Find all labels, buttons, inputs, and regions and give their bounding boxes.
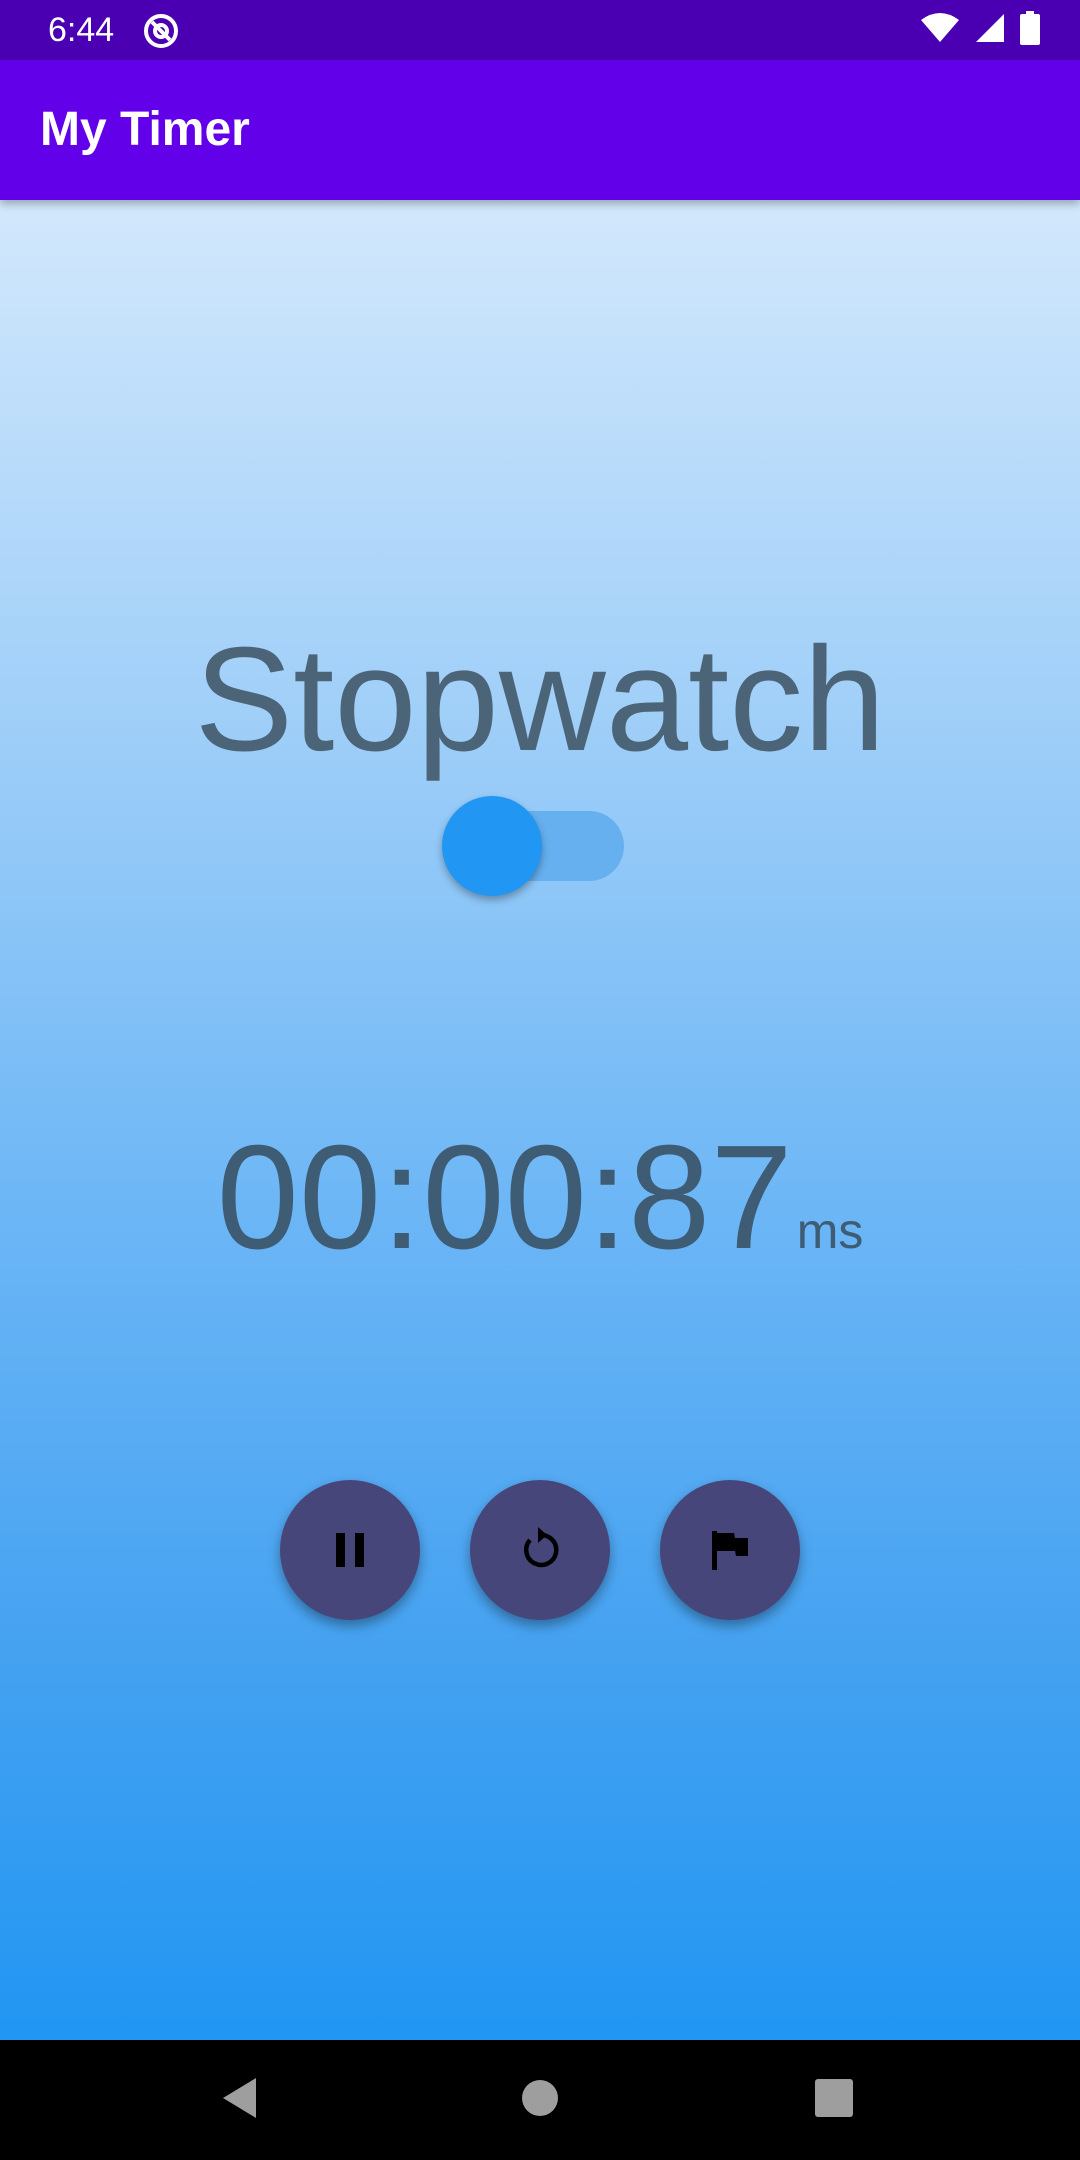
time-display: 00:00:87ms xyxy=(0,1118,1080,1278)
home-button[interactable] xyxy=(510,2070,570,2130)
system-nav-bar xyxy=(0,2040,1080,2160)
at-sign-notification-icon xyxy=(142,12,180,50)
recents-square-icon xyxy=(815,2078,853,2122)
reset-icon xyxy=(516,1526,564,1574)
pause-button[interactable] xyxy=(280,1480,420,1620)
status-icons xyxy=(920,10,1040,50)
pause-icon xyxy=(333,1531,367,1569)
status-time: 6:44 xyxy=(48,11,115,49)
flag-icon xyxy=(708,1528,752,1572)
main-content: Stopwatch 00:00:87ms xyxy=(0,200,1080,2040)
wifi-icon xyxy=(920,12,960,49)
lap-button[interactable] xyxy=(660,1480,800,1620)
cellular-signal-icon xyxy=(974,12,1006,49)
mode-label: Stopwatch xyxy=(194,617,886,782)
mode-toggle-switch[interactable] xyxy=(442,794,624,898)
home-circle-icon xyxy=(521,2079,559,2122)
controls xyxy=(0,1480,1080,1620)
battery-icon xyxy=(1020,10,1040,50)
back-triangle-icon xyxy=(220,2076,260,2125)
app-bar: My Timer xyxy=(0,60,1080,200)
recents-button[interactable] xyxy=(804,2070,864,2130)
toggle-thumb xyxy=(442,796,542,896)
back-button[interactable] xyxy=(210,2070,270,2130)
time-value: 00:00:87 xyxy=(216,1115,793,1280)
status-bar: 6:44 xyxy=(0,0,1080,60)
app-title: My Timer xyxy=(40,103,250,156)
time-unit: ms xyxy=(796,1203,864,1259)
reset-button[interactable] xyxy=(470,1480,610,1620)
